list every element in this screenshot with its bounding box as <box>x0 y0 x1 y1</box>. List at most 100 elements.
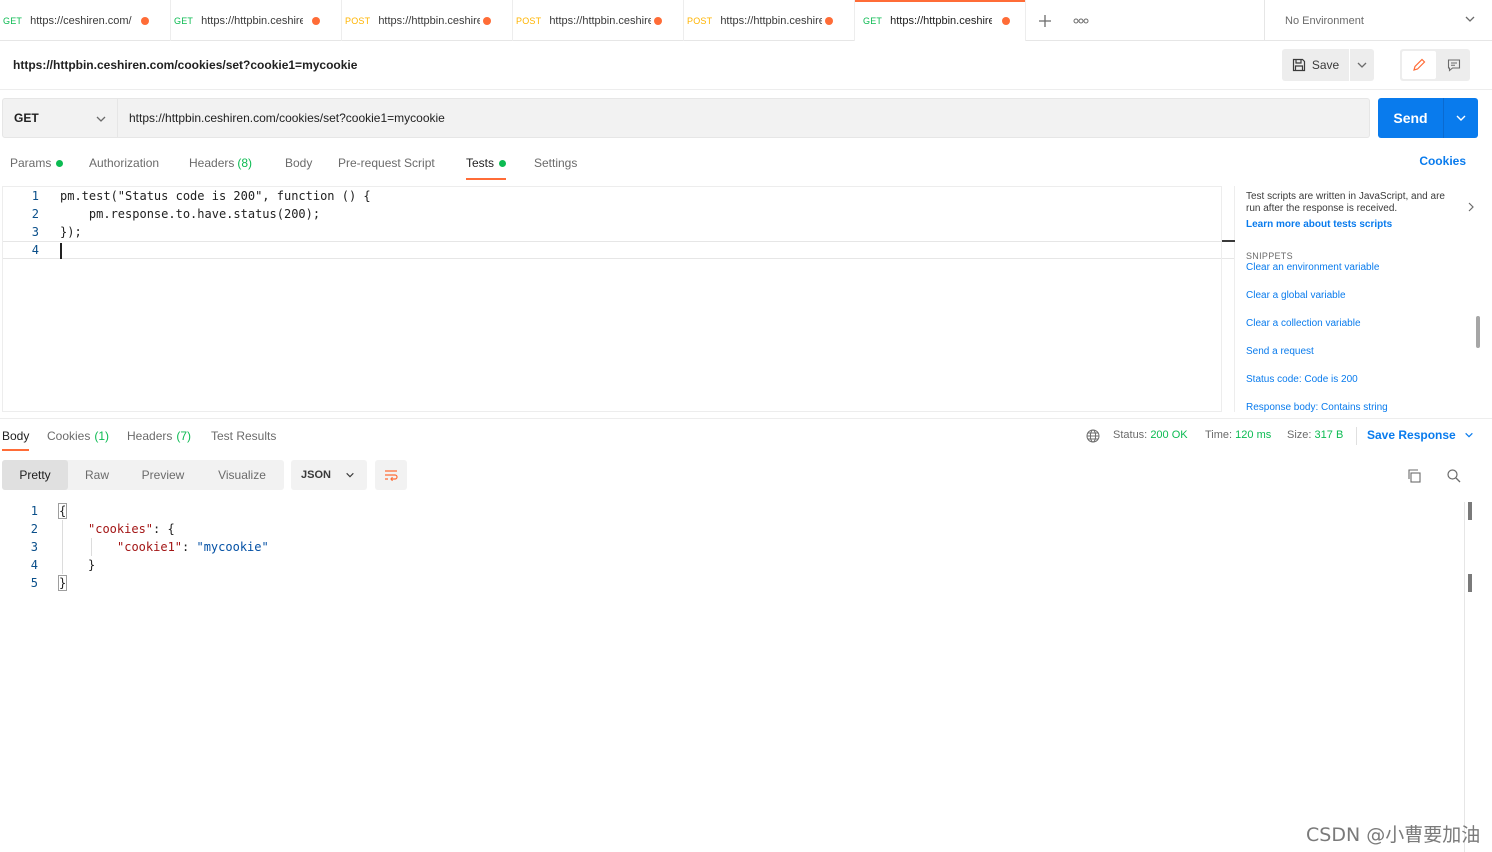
new-tab-plus-icon[interactable] <box>1026 0 1064 41</box>
line-number: 5 <box>30 576 38 590</box>
chevron-down-icon <box>1464 432 1473 438</box>
view-mode-preview[interactable]: Preview <box>126 460 200 490</box>
request-tab-3[interactable]: POST https://httpbin.ceshiren.com/post <box>342 0 513 41</box>
save-button-group: Save <box>1282 49 1374 81</box>
tab-url: https://httpbin.ceshiren.com/cookies/set… <box>890 14 992 27</box>
cookies-link[interactable]: Cookies <box>1419 154 1466 168</box>
snippet-item[interactable]: Send a request <box>1246 346 1314 357</box>
response-tab-headers[interactable]: Headers (7) <box>127 429 191 443</box>
request-tab-1[interactable]: GET https://ceshiren.com/ <box>0 0 171 41</box>
learn-more-link[interactable]: Learn more about tests scripts <box>1246 219 1392 230</box>
active-dot-icon <box>56 159 64 167</box>
tab-params[interactable]: Params <box>10 154 64 172</box>
tab-headers-label: Headers <box>189 156 235 170</box>
chevron-down-icon <box>346 472 354 478</box>
code-line: 2 "cookies": { <box>0 520 175 538</box>
view-mode-pretty[interactable]: Pretty <box>2 460 68 490</box>
pencil-icon <box>1413 58 1426 71</box>
save-label: Save <box>1311 58 1340 72</box>
tab-method: POST <box>687 15 713 26</box>
search-icon[interactable] <box>1446 468 1462 484</box>
response-tab-test-results[interactable]: Test Results <box>211 429 276 443</box>
send-dropdown-button[interactable] <box>1444 98 1478 138</box>
request-tab-6[interactable]: GET https://httpbin.ceshiren.com/cookies… <box>855 0 1026 41</box>
snippet-item[interactable]: Clear an environment variable <box>1246 262 1379 273</box>
globe-icon[interactable] <box>1086 429 1100 443</box>
copy-icon[interactable] <box>1406 468 1422 484</box>
snippet-item[interactable]: Clear a global variable <box>1246 290 1346 301</box>
environment-selector[interactable]: No Environment <box>1264 0 1492 41</box>
response-body-viewer[interactable]: 1 { 2 "cookies": { 3 "cookie1": "mycooki… <box>0 502 1462 852</box>
scrollbar-marker <box>1468 574 1472 592</box>
snippets-description: Test scripts are written in JavaScript, … <box>1246 191 1445 214</box>
snippet-item[interactable]: Response body: Contains string <box>1246 402 1388 412</box>
tab-settings[interactable]: Settings <box>534 154 577 172</box>
response-tab-headers-count: (7) <box>176 429 192 443</box>
text-cursor <box>60 243 62 259</box>
chevron-down-icon <box>96 116 106 122</box>
response-tab-body[interactable]: Body <box>2 429 30 451</box>
code-line: 1 pm.test("Status code is 200", function… <box>3 187 1235 205</box>
line-number: 4 <box>30 558 38 572</box>
chevron-right-icon[interactable] <box>1466 201 1476 213</box>
response-tab-cookies-count: (1) <box>94 429 110 443</box>
size-value: 317 B <box>1314 429 1344 441</box>
response-scrollbar[interactable] <box>1464 502 1472 852</box>
code-line: 5 } <box>0 574 68 592</box>
tab-tests[interactable]: Tests <box>466 154 507 180</box>
scroll-position-marker <box>1222 240 1235 242</box>
view-mode-raw[interactable]: Raw <box>68 460 126 490</box>
edit-button[interactable] <box>1402 51 1436 79</box>
test-script-editor[interactable]: 1 pm.test("Status code is 200", function… <box>2 186 1235 412</box>
save-dropdown-button[interactable] <box>1350 49 1374 81</box>
snippets-scrollbar[interactable] <box>1476 266 1481 406</box>
send-button[interactable]: Send <box>1378 98 1444 138</box>
tab-url: https://httpbin.ceshiren.com/get <box>201 14 303 27</box>
snippets-panel: Test scripts are written in JavaScript, … <box>1246 186 1486 412</box>
request-tab-4[interactable]: POST https://httpbin.ceshiren.com/post <box>513 0 684 41</box>
code-line: 2 pm.response.to.have.status(200); <box>3 205 1235 223</box>
tab-authorization-label: Authorization <box>89 156 160 170</box>
json-string-value: "mycookie" <box>196 540 269 554</box>
response-time[interactable]: Time: 120 ms <box>1205 429 1271 441</box>
url-input[interactable]: https://httpbin.ceshiren.com/cookies/set… <box>118 98 1370 138</box>
response-size[interactable]: Size: 317 B <box>1287 429 1343 441</box>
code-text: pm.test("Status code is 200", function (… <box>60 189 371 203</box>
save-disk-icon <box>1292 58 1305 72</box>
snippet-item[interactable]: Status code: Code is 200 <box>1246 374 1358 385</box>
url-value: https://httpbin.ceshiren.com/cookies/set… <box>129 111 445 125</box>
tab-prerequest-script[interactable]: Pre-request Script <box>338 154 435 172</box>
unsaved-dot-icon <box>1002 17 1010 25</box>
editor-scrollbar[interactable] <box>1221 186 1235 412</box>
request-tab-5[interactable]: POST https://httpbin.ceshiren.com/post <box>684 0 855 41</box>
send-button-group: Send <box>1378 98 1478 138</box>
save-response-button[interactable]: Save Response <box>1367 428 1474 442</box>
time-label: Time: <box>1205 429 1233 441</box>
json-punct: : <box>182 540 197 554</box>
code-line: 3 "cookie1": "mycookie" <box>0 538 269 556</box>
comments-button[interactable] <box>1438 49 1470 81</box>
tab-body[interactable]: Body <box>285 154 312 172</box>
time-value: 120 ms <box>1235 429 1272 441</box>
code-line: 3 }); <box>3 223 1235 241</box>
request-tab-2[interactable]: GET https://httpbin.ceshiren.com/get <box>171 0 342 41</box>
wrap-lines-button[interactable] <box>375 460 407 490</box>
watermark: CSDN @小曹要加油 <box>1306 824 1481 846</box>
format-select[interactable]: JSON <box>291 460 367 490</box>
response-status[interactable]: Status: 200 OK <box>1113 429 1188 441</box>
json-punct: : { <box>153 522 175 536</box>
more-tabs-icon[interactable] <box>1064 0 1098 41</box>
scrollbar-thumb[interactable] <box>1476 316 1480 348</box>
tab-tests-label: Tests <box>466 156 495 170</box>
json-key: "cookie1" <box>117 540 183 554</box>
tab-headers[interactable]: Headers (8) <box>189 154 252 172</box>
snippet-item[interactable]: Clear a collection variable <box>1246 318 1361 329</box>
view-mode-visualize[interactable]: Visualize <box>200 460 284 490</box>
save-button[interactable]: Save <box>1282 49 1350 81</box>
tab-authorization[interactable]: Authorization <box>89 154 159 172</box>
pane-divider[interactable] <box>0 418 1492 419</box>
method-select[interactable]: GET <box>2 98 118 138</box>
response-tab-cookies[interactable]: Cookies (1) <box>47 429 109 443</box>
tab-settings-label: Settings <box>534 156 578 170</box>
tab-headers-count: (8) <box>237 156 253 170</box>
